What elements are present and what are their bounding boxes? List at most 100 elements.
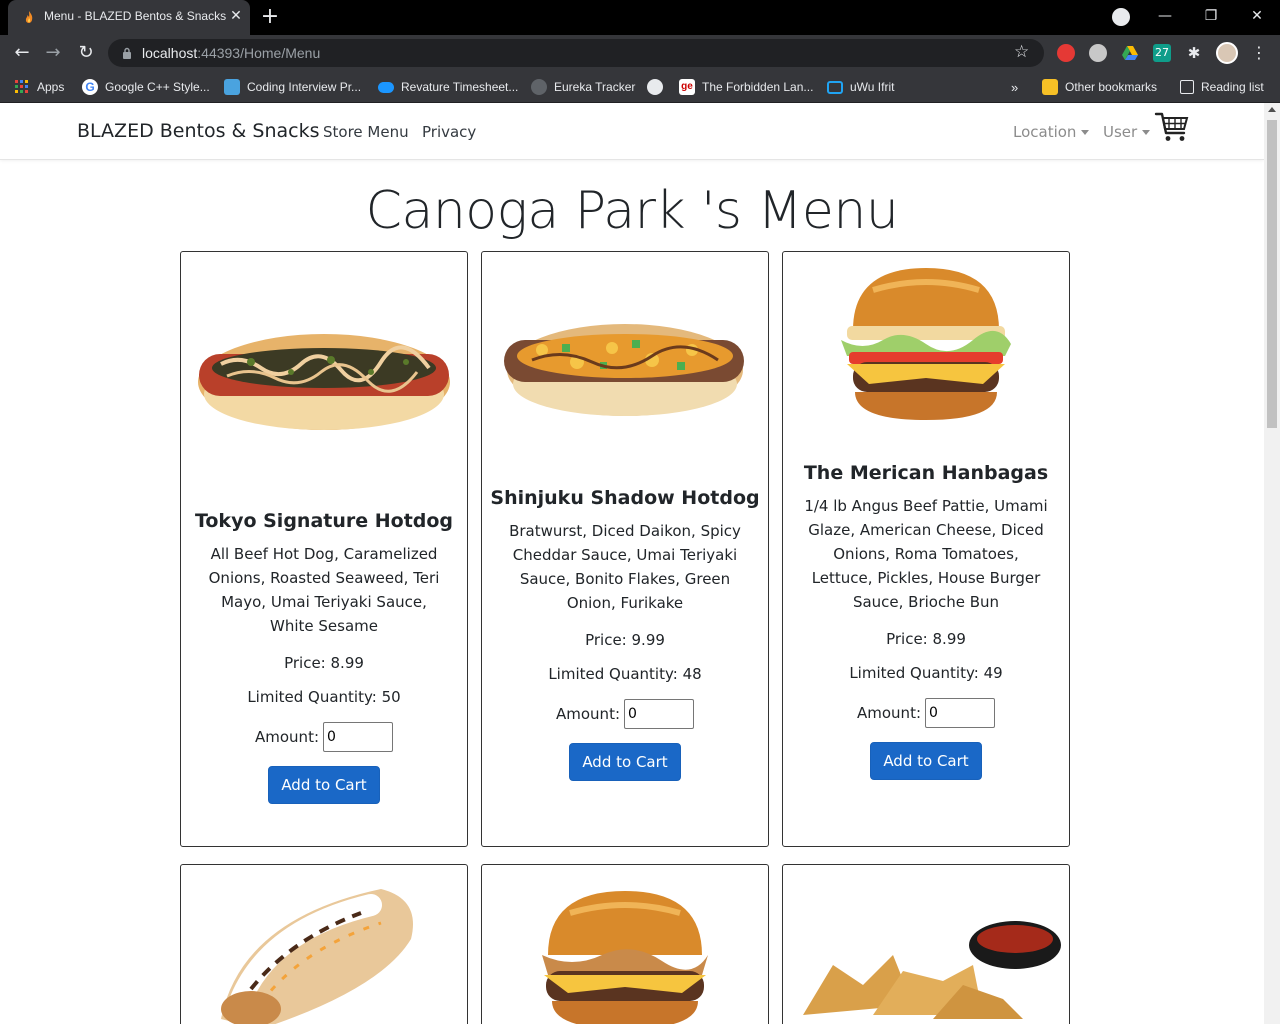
bookmark-label: Coding Interview Pr... xyxy=(247,80,362,94)
google-drive-icon[interactable] xyxy=(1121,44,1139,62)
bookmark-label: The Forbidden Lan... xyxy=(702,80,814,94)
fried-wontons-image xyxy=(803,921,1061,1019)
new-tab-button[interactable]: + xyxy=(258,6,282,30)
minimize-button[interactable]: — xyxy=(1142,0,1188,32)
product-price: Price: 9.99 xyxy=(585,631,665,649)
product-price: Price: 8.99 xyxy=(886,630,966,648)
amount-label: Amount: xyxy=(857,704,921,722)
product-description: Bratwurst, Diced Daikon, Spicy Cheddar S… xyxy=(509,522,741,612)
add-to-cart-button[interactable]: Add to Cart xyxy=(870,742,982,780)
extensions-puzzle-icon[interactable]: ✱ xyxy=(1185,44,1203,62)
close-window-button[interactable]: ✕ xyxy=(1234,0,1280,32)
amount-input[interactable] xyxy=(323,722,393,752)
forward-arrow-icon[interactable]: → xyxy=(40,40,66,66)
reload-icon[interactable]: ↻ xyxy=(73,40,99,66)
browser-tab[interactable]: Menu - BLAZED Bentos & Snacks ✕ xyxy=(8,0,250,35)
product-card-body: Shinjuku Shadow Hotdog Bratwurst, Diced … xyxy=(482,487,768,781)
site-brand[interactable]: BLAZED Bentos & Snacks xyxy=(77,120,319,142)
bookmark-google-cpp[interactable]: G Google C++ Style... xyxy=(82,77,210,97)
chevron-down-icon xyxy=(1081,130,1090,135)
salesforce-cloud-icon xyxy=(378,81,394,93)
globe-icon xyxy=(647,79,663,95)
user-dropdown[interactable]: User xyxy=(1103,123,1151,141)
bookmark-apps[interactable]: Apps xyxy=(14,77,64,97)
reading-list-label: Reading list xyxy=(1201,80,1264,94)
page-viewport: BLAZED Bentos & Snacks Store Menu Privac… xyxy=(0,103,1264,1024)
product-card: Tokyo Signature Hotdog All Beef Hot Dog,… xyxy=(180,251,468,847)
tv-icon xyxy=(827,80,843,94)
address-bar[interactable]: localhost:44393/Home/Menu ☆ xyxy=(108,39,1044,67)
bookmark-label: Eureka Tracker xyxy=(554,80,636,94)
product-name: The Merican Hanbagas xyxy=(803,462,1049,484)
product-name: Shinjuku Shadow Hotdog xyxy=(490,487,760,509)
more-bookmarks-button[interactable]: » xyxy=(1011,77,1018,97)
product-card xyxy=(782,864,1070,1024)
location-dropdown[interactable]: Location xyxy=(1013,123,1090,141)
browser-menu-icon[interactable]: ⋮ xyxy=(1246,40,1272,66)
amount-input[interactable] xyxy=(925,698,995,728)
bookmark-uwu-ifrit[interactable]: uWu Ifrit xyxy=(827,77,894,97)
add-to-cart-button[interactable]: Add to Cart xyxy=(268,766,380,804)
amount-row: Amount: xyxy=(181,722,467,752)
reading-list-icon xyxy=(1180,80,1194,94)
page-title: Canoga Park 's Menu xyxy=(365,181,899,241)
extension-chat-icon[interactable] xyxy=(1089,44,1107,62)
product-quantity: Limited Quantity: 48 xyxy=(548,665,702,683)
folder-icon xyxy=(1042,79,1058,95)
other-bookmarks-label: Other bookmarks xyxy=(1065,80,1158,94)
flame-icon xyxy=(25,11,33,23)
tab-strip: Menu - BLAZED Bentos & Snacks ✕ + — ❐ ✕ xyxy=(0,0,1280,35)
bookmark-star-icon[interactable]: ☆ xyxy=(1014,42,1029,62)
calendar-27-icon[interactable]: 27 xyxy=(1153,44,1171,62)
bookmark-label: Revature Timesheet... xyxy=(401,80,519,94)
extension-red-icon[interactable] xyxy=(1057,44,1075,62)
bookmark-forbidden[interactable]: ge The Forbidden Lan... xyxy=(679,77,813,97)
amount-input[interactable] xyxy=(624,699,694,729)
book-icon xyxy=(224,79,240,95)
lock-icon xyxy=(123,47,131,59)
shopping-cart-icon[interactable] xyxy=(1154,109,1190,145)
other-bookmarks[interactable]: Other bookmarks xyxy=(1042,77,1157,97)
product-card xyxy=(180,864,468,1024)
google-icon: G xyxy=(82,79,98,95)
tab-search-icon[interactable] xyxy=(1112,8,1130,26)
nav-privacy[interactable]: Privacy xyxy=(422,123,476,141)
product-name: Tokyo Signature Hotdog xyxy=(194,510,454,532)
bookmarks-bar: Apps G Google C++ Style... Coding Interv… xyxy=(0,70,1280,103)
product-quantity: Limited Quantity: 49 xyxy=(849,664,1003,682)
reading-list[interactable]: Reading list xyxy=(1180,77,1264,97)
bookmark-coding-interview[interactable]: Coding Interview Pr... xyxy=(224,77,361,97)
bookmark-globe[interactable] xyxy=(647,77,670,97)
page-scrollbar[interactable] xyxy=(1264,103,1280,1024)
bookmark-revature[interactable]: Revature Timesheet... xyxy=(378,77,518,97)
bookmark-label: uWu Ifrit xyxy=(850,80,895,94)
add-to-cart-button[interactable]: Add to Cart xyxy=(569,743,681,781)
amount-label: Amount: xyxy=(556,705,620,723)
back-arrow-icon[interactable]: ← xyxy=(9,40,35,66)
profile-avatar[interactable] xyxy=(1216,42,1238,64)
product-description: 1/4 lb Angus Beef Pattie, Umami Glaze, A… xyxy=(804,497,1048,611)
amount-row: Amount: xyxy=(783,698,1069,728)
nav-store-menu[interactable]: Store Menu xyxy=(323,123,409,141)
burger-image xyxy=(542,891,708,1024)
url-path: :44393/Home/Menu xyxy=(197,45,321,61)
scroll-thumb[interactable] xyxy=(1267,120,1277,428)
amount-label: Amount: xyxy=(255,728,319,746)
eureka-icon xyxy=(531,79,547,95)
url-host: localhost xyxy=(142,45,198,61)
site-navbar: BLAZED Bentos & Snacks Store Menu Privac… xyxy=(0,103,1264,160)
apps-grid-icon xyxy=(15,80,28,93)
bookmark-eureka[interactable]: Eureka Tracker xyxy=(531,77,635,97)
chevron-down-icon xyxy=(1142,130,1151,135)
browser-toolbar: ← → ↻ localhost:44393/Home/Menu ☆ 27 ✱ ⋮ xyxy=(0,35,1280,70)
scroll-up-arrow-icon[interactable] xyxy=(1268,107,1276,112)
product-card-body: Tokyo Signature Hotdog All Beef Hot Dog,… xyxy=(181,510,467,804)
product-quantity: Limited Quantity: 50 xyxy=(247,688,401,706)
bookmark-label: Apps xyxy=(37,80,65,94)
tab-title: Menu - BLAZED Bentos & Snacks xyxy=(44,9,227,23)
product-card xyxy=(481,864,769,1024)
bookmark-label: Google C++ Style... xyxy=(105,80,210,94)
tab-close-icon[interactable]: ✕ xyxy=(226,6,246,26)
restore-button[interactable]: ❐ xyxy=(1188,0,1234,32)
ge-icon: ge xyxy=(679,79,695,95)
